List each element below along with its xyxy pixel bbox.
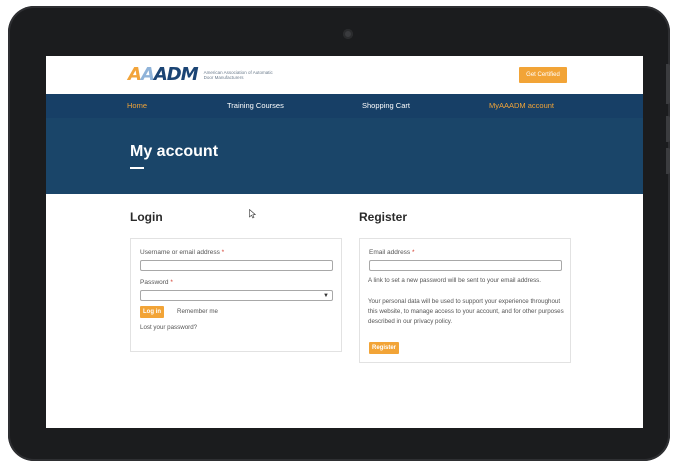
privacy-text: Your personal data will be used to suppo… xyxy=(368,298,564,325)
username-label-text: Username or email address xyxy=(140,249,220,256)
browser-screen: AAADM American Association of Automatic … xyxy=(46,56,643,428)
logo-mark: AAADM xyxy=(128,64,199,85)
page-hero: My account xyxy=(46,118,643,194)
login-button[interactable]: Log in xyxy=(140,306,164,318)
mouse-pointer-icon xyxy=(249,209,257,219)
side-button xyxy=(666,148,670,174)
login-heading: Login xyxy=(130,210,163,224)
register-heading: Register xyxy=(359,210,408,224)
volume-button xyxy=(666,64,670,104)
nav-item-home[interactable]: Home xyxy=(127,94,147,118)
login-form: Username or email address * Password * ▼… xyxy=(130,238,342,352)
camera-icon xyxy=(343,29,353,39)
required-mark: * xyxy=(170,279,173,286)
logo-letter-a1: A xyxy=(128,64,142,85)
main-nav: Home Training Courses Shopping Cart MyAA… xyxy=(46,94,643,118)
username-label: Username or email address * xyxy=(140,249,224,256)
tablet-frame: AAADM American Association of Automatic … xyxy=(8,6,670,461)
password-input[interactable]: ▼ xyxy=(140,290,333,301)
password-note: A link to set a new password will be sen… xyxy=(368,277,541,284)
lost-password-link[interactable]: Lost your password? xyxy=(140,323,197,333)
password-label-text: Password xyxy=(140,279,169,286)
logo-letter-a2: A xyxy=(140,64,155,85)
title-underline xyxy=(130,167,144,169)
email-label: Email address * xyxy=(369,249,415,256)
remember-me-option[interactable]: Remember me xyxy=(177,307,218,317)
chevron-down-icon: ▼ xyxy=(323,293,329,299)
username-input[interactable] xyxy=(140,260,333,271)
password-label: Password * xyxy=(140,279,173,286)
nav-item-training-courses[interactable]: Training Courses xyxy=(227,94,284,118)
email-input[interactable] xyxy=(369,260,562,271)
nav-item-shopping-cart[interactable]: Shopping Cart xyxy=(362,94,410,118)
power-button xyxy=(666,116,670,142)
logo-tagline: American Association of Automatic Door M… xyxy=(203,70,273,80)
required-mark: * xyxy=(412,249,415,256)
site-logo[interactable]: AAADM American Association of Automatic … xyxy=(128,65,284,85)
register-form: Email address * A link to set a new pass… xyxy=(359,238,571,363)
email-label-text: Email address xyxy=(369,249,411,256)
nav-item-my-account[interactable]: MyAAADM account xyxy=(489,94,554,118)
logo-letters-adm: ADM xyxy=(153,64,199,85)
register-button[interactable]: Register xyxy=(369,342,399,354)
get-certified-button[interactable]: Get Certified xyxy=(519,67,567,83)
page-title: My account xyxy=(130,143,219,160)
site-header: AAADM American Association of Automatic … xyxy=(46,56,643,94)
required-mark: * xyxy=(221,249,225,256)
